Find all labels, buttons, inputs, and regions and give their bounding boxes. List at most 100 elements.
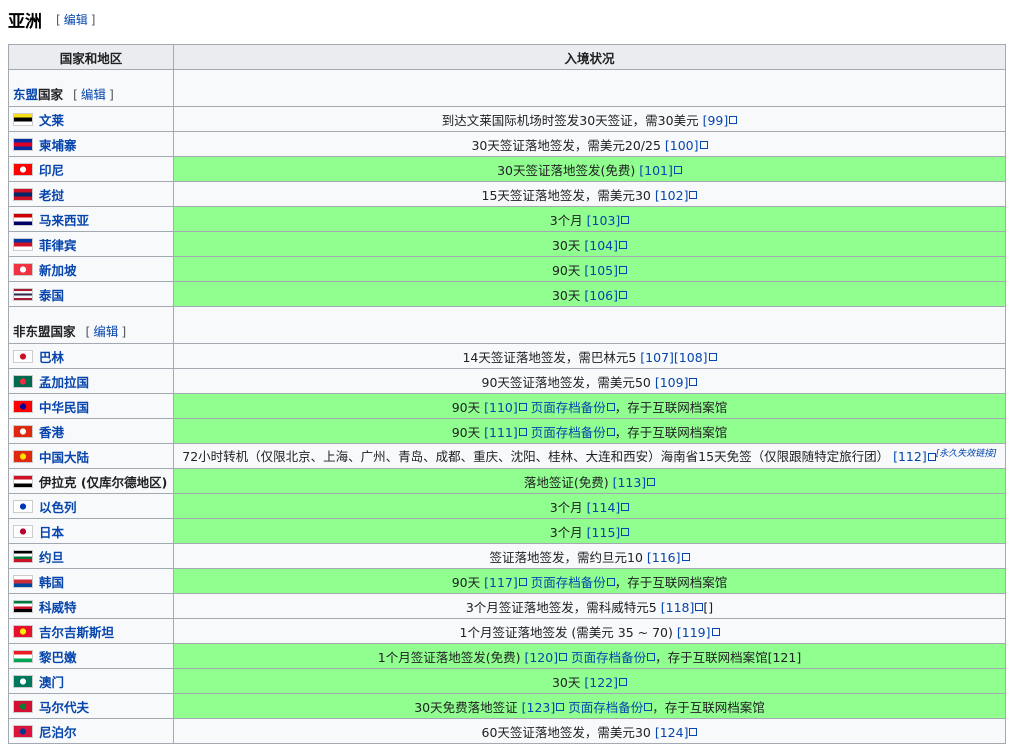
flag-iq-icon [13,474,33,488]
status-cell: 90天 [110] 页面存档备份 ，存于互联网档案馆 [173,393,1006,419]
status-text: 90天 [451,574,481,590]
country-link[interactable]: 吉尔吉斯斯坦 [39,625,114,640]
flag-bh-icon [13,349,33,363]
archive-link[interactable]: 页面存档备份 [531,575,606,590]
status-text: 90天 [451,399,481,415]
country-link[interactable]: 马来西亚 [39,213,89,228]
reference-link[interactable]: [101] [639,163,673,178]
group-label-text: 国家 [38,87,64,102]
country-cell: 马尔代夫 [8,693,174,719]
reference-link[interactable]: [115] [587,525,621,540]
country-link[interactable]: 澳门 [39,675,64,690]
table-row: 老挝 15天签证落地签发，需美元30 [102] [8,181,1006,207]
table-row: 中国大陆 72小时转机（仅限北京、上海、广州、青岛、成都、重庆、沈阳、桂林、大连和… [8,443,1006,469]
flag-lb-icon [13,649,33,663]
group-label-cell: 非东盟国家 [编辑] [8,306,174,344]
reference-link[interactable]: [116] [647,550,681,565]
group-edit-link[interactable]: 编辑 [81,87,106,102]
group-label-link[interactable]: 东盟 [13,87,38,102]
archive-link[interactable]: 页面存档备份 [531,400,606,415]
group-empty-cell [173,306,1006,344]
reference-link[interactable]: [100] [665,138,699,153]
visa-table: 国家和地区 入境状况 东盟国家 [编辑] 文莱 到达文莱国际机场时签发30天签证，需3… [8,44,1006,744]
external-link-icon [695,603,704,611]
country-cell: 新加坡 [8,256,174,282]
reference-link[interactable]: [102] [655,188,689,203]
reference-link[interactable]: [124] [655,725,689,740]
status-text: 90天签证落地签发，需美元50 [481,374,651,390]
country-link[interactable]: 孟加拉国 [39,375,89,390]
reference-link[interactable]: [107][108] [640,350,707,365]
external-link-icon [619,266,627,274]
table-row: 孟加拉国 90天签证落地签发，需美元50 [109] [8,368,1006,394]
reference-link[interactable]: [114] [587,500,621,515]
country-link[interactable]: 香港 [39,425,64,440]
archive-link[interactable]: 页面存档备份 [531,425,606,440]
reference-link[interactable]: [111] [484,425,518,440]
external-link-icon [619,291,627,299]
flag-sg-icon [13,262,33,276]
country-cell: 韩国 [8,568,174,594]
reference-link[interactable]: [99] [703,113,729,128]
country-link[interactable]: 韩国 [39,575,64,590]
status-text: 1个月签证落地签发(免费) [377,649,521,665]
reference-link[interactable]: [122] [584,675,618,690]
country-link[interactable]: 日本 [39,525,64,540]
country-link[interactable]: 文莱 [39,113,64,128]
group-edit-link[interactable]: 编辑 [93,324,118,339]
country-link[interactable]: 巴林 [39,350,64,365]
reference-link[interactable]: [123] [522,700,556,715]
reference-link[interactable]: [103] [587,213,621,228]
reference-link[interactable]: [119] [677,625,711,640]
archive-note: ，存于互联网档案馆 [614,399,728,415]
group-edit: [编辑] [73,87,114,102]
external-link-icon [647,653,656,661]
reference-link[interactable]: [110] [484,400,518,415]
country-link[interactable]: 约旦 [39,550,64,565]
country-link[interactable]: 尼泊尔 [39,725,77,740]
country-cell: 尼泊尔 [8,718,174,744]
group-empty-cell [173,69,1006,107]
country-link[interactable]: 黎巴嫩 [39,650,77,665]
country-link[interactable]: 老挝 [39,188,64,203]
country-link[interactable]: 马尔代夫 [39,700,89,715]
section-heading: 亚洲 [编辑] [8,6,95,32]
country-link[interactable]: 柬埔寨 [39,138,77,153]
country-link[interactable]: 新加坡 [39,263,77,278]
flag-kg-icon [13,624,33,638]
reference-link[interactable]: [104] [584,238,618,253]
external-link-icon [729,116,738,124]
archive-link[interactable]: 页面存档备份 [571,650,646,665]
status-text: 到达文莱国际机场时签发30天签证，需30美元 [441,112,699,128]
flag-la-icon [13,187,33,201]
country-link[interactable]: 以色列 [39,500,77,515]
reference-link[interactable]: [120] [524,650,558,665]
reference-link[interactable]: [109] [655,375,689,390]
status-cell: 3个月 [103] [173,206,1006,232]
archive-link[interactable]: 页面存档备份 [568,700,643,715]
country-link[interactable]: 泰国 [39,288,64,303]
country-link[interactable]: 科威特 [39,600,77,615]
reference-link[interactable]: [105] [584,263,618,278]
reference-link[interactable]: [106] [584,288,618,303]
archive-note: ，存于互联网档案馆[121] [655,649,802,665]
country-cell: 伊拉克 (仅库尔德地区) [8,468,174,494]
reference-link[interactable]: [112] [893,450,927,465]
table-row: 马尔代夫 30天免费落地签证 [123] 页面存档备份 ，存于互联网档案馆 [8,693,1006,719]
flag-kh-icon [13,137,33,151]
reference-link[interactable]: [117] [484,575,518,590]
reference-link[interactable]: [118] [661,600,695,615]
table-row: 柬埔寨 30天签证落地签发，需美元20/25 [100] [8,131,1006,157]
reference-link[interactable]: [113] [613,475,647,490]
country-link[interactable]: 中国大陆 [39,450,89,465]
country-cell: 菲律宾 [8,231,174,257]
status-text: 60天签证落地签发，需美元30 [481,724,651,740]
table-row: 新加坡 90天 [105] [8,256,1006,282]
country-link[interactable]: 印尼 [39,163,64,178]
table-row: 以色列 3个月 [114] [8,493,1006,519]
section-edit-link[interactable]: 编辑 [64,13,88,27]
dead-link-note[interactable]: [永久失效链接] [936,449,997,459]
country-link[interactable]: 菲律宾 [39,238,77,253]
status-cell: 1个月签证落地签发(免费) [120] 页面存档备份 ，存于互联网档案馆[121] [173,643,1006,669]
country-link[interactable]: 中华民国 [39,400,89,415]
